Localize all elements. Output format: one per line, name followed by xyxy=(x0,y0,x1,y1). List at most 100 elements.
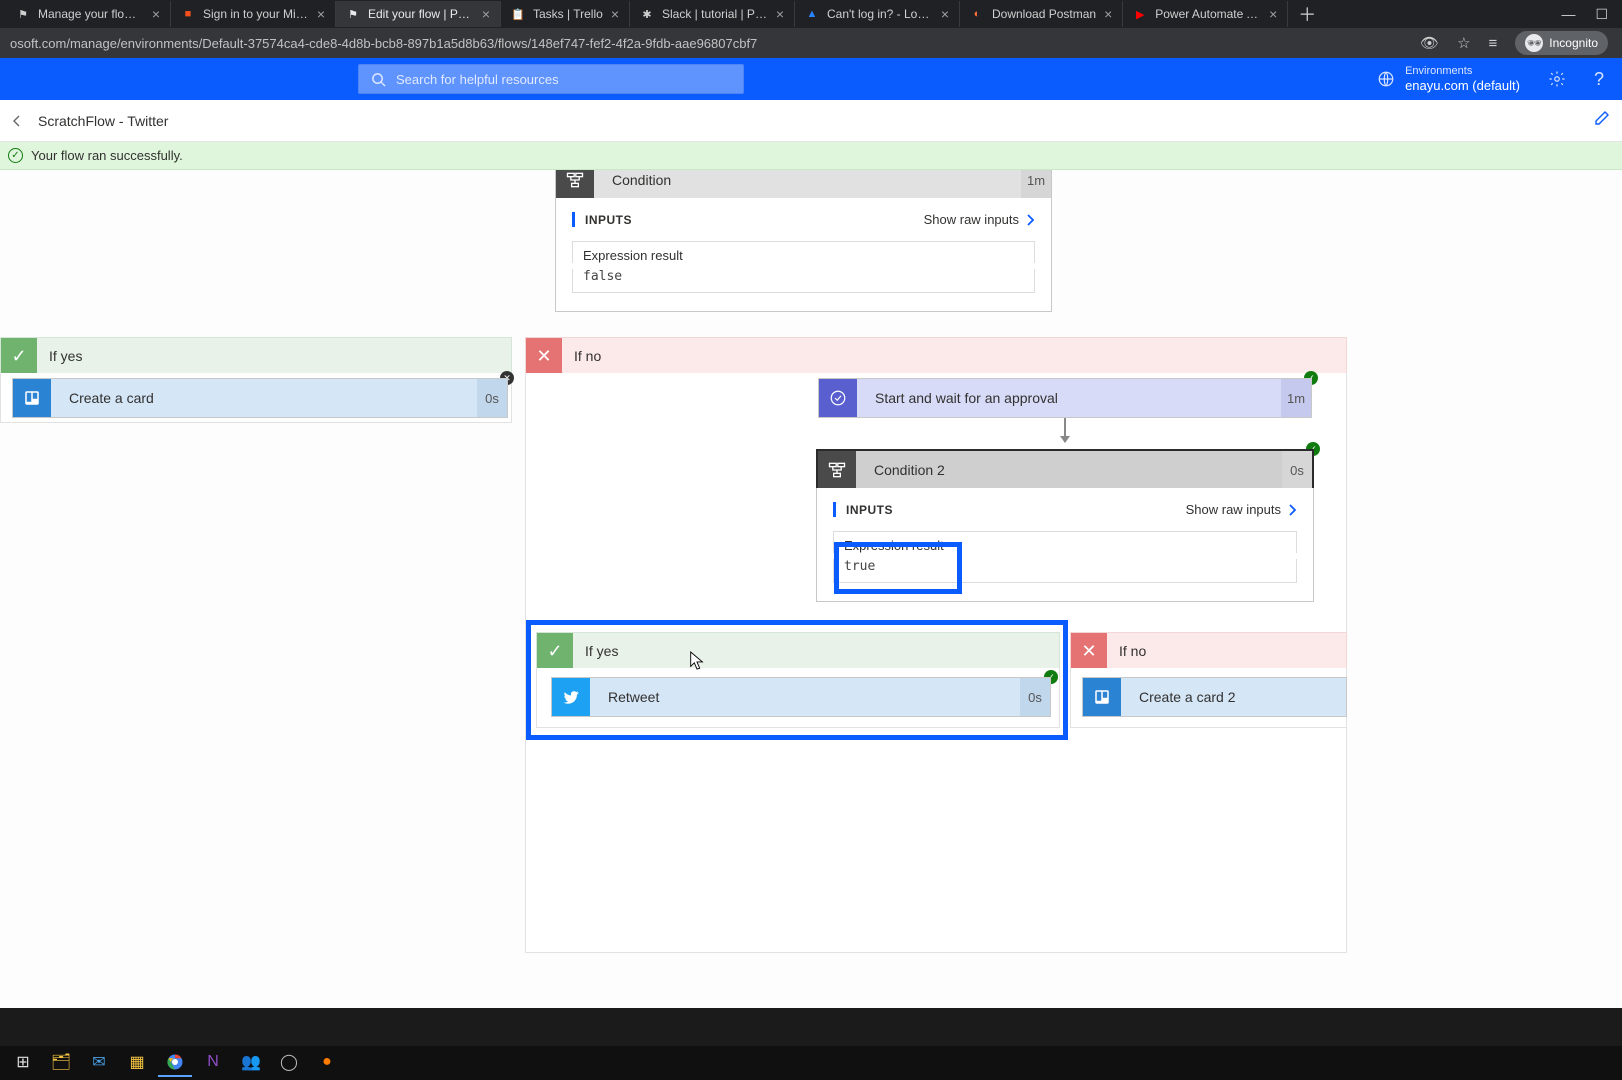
card-title: Condition 2 xyxy=(856,462,945,478)
tab-trello[interactable]: 📋 Tasks | Trello × xyxy=(501,1,630,27)
duration-badge: 0s xyxy=(1020,678,1050,716)
duration-badge: 1m xyxy=(1021,170,1051,199)
tab-title: Manage your flows | M xyxy=(38,7,144,21)
trello-icon xyxy=(13,379,51,417)
start-button[interactable]: ⊞ xyxy=(6,1049,40,1077)
expression-result-value: true xyxy=(833,559,1297,583)
tab-sign-in[interactable]: ■ Sign in to your Microso × xyxy=(171,1,336,27)
close-icon[interactable]: × xyxy=(1104,7,1112,21)
browser-tab-strip: ⚑ Manage your flows | M × ■ Sign in to y… xyxy=(0,0,1622,28)
close-icon[interactable]: × xyxy=(611,7,619,21)
close-icon[interactable]: × xyxy=(317,7,325,21)
chevron-right-icon xyxy=(1287,504,1297,516)
close-icon[interactable]: × xyxy=(1269,7,1277,21)
condition-2-card[interactable]: Condition 2 0s xyxy=(816,449,1314,491)
favicon-icon: ■ xyxy=(181,7,195,21)
condition-1-inputs-panel: INPUTS Show raw inputs Expression result… xyxy=(555,198,1052,312)
favicon-icon: ⚑ xyxy=(16,7,30,21)
reading-list-icon[interactable]: ≡ xyxy=(1489,35,1498,52)
duration-badge: 0s xyxy=(1282,451,1312,489)
gear-icon[interactable] xyxy=(1548,70,1566,88)
close-icon[interactable]: × xyxy=(152,7,160,21)
duration-badge: 0s xyxy=(477,379,507,417)
condition-2-inputs-panel: INPUTS Show raw inputs Expression result… xyxy=(816,488,1314,602)
url-bar: osoft.com/manage/environments/Default-37… xyxy=(0,28,1622,58)
create-card-action[interactable]: Create a card 0s xyxy=(12,378,508,418)
create-card-2-action[interactable]: Create a card 2 xyxy=(1082,677,1347,717)
success-banner: ✓ Your flow ran successfully. xyxy=(0,142,1622,170)
connector-arrow-icon xyxy=(1064,418,1066,442)
retweet-action[interactable]: Retweet 0s xyxy=(551,677,1051,717)
tab-postman[interactable]: ◐ Download Postman × xyxy=(960,1,1123,27)
if-yes-branch-1[interactable]: ✓ If yes xyxy=(0,337,512,375)
maximize-icon[interactable]: ☐ xyxy=(1595,6,1608,23)
favicon-icon: 📋 xyxy=(511,7,525,21)
cross-icon: ✕ xyxy=(526,338,562,374)
tab-title: Can't log in? - Log in w xyxy=(827,7,933,21)
favicon-icon: ▲ xyxy=(805,7,819,21)
tab-title: Edit your flow | Power xyxy=(368,7,474,21)
tab-youtube[interactable]: ▶ Power Automate Appr × xyxy=(1123,1,1288,27)
branch-label: If yes xyxy=(37,348,82,364)
duration-badge: 1m xyxy=(1281,379,1311,417)
environment-label: Environments xyxy=(1405,65,1520,78)
breadcrumb: ScratchFlow - Twitter xyxy=(0,100,1622,142)
tab-title: Download Postman xyxy=(992,7,1096,21)
cursor-icon xyxy=(688,650,706,672)
minimize-icon[interactable]: — xyxy=(1561,6,1575,22)
if-yes-branch-2[interactable]: ✓ If yes xyxy=(536,632,1060,670)
check-icon: ✓ xyxy=(537,633,573,669)
show-raw-inputs-link[interactable]: Show raw inputs xyxy=(1186,502,1297,517)
tab-edit-flow[interactable]: ⚑ Edit your flow | Power × xyxy=(336,1,501,27)
new-tab-button[interactable]: ＋ xyxy=(1288,1,1326,27)
card-title: Retweet xyxy=(590,689,659,705)
show-raw-inputs-link[interactable]: Show raw inputs xyxy=(924,212,1035,227)
window-controls: — ☐ xyxy=(1561,6,1622,23)
chrome-icon[interactable] xyxy=(158,1049,192,1077)
flow-canvas[interactable]: Condition 1m INPUTS Show raw inputs Expr… xyxy=(0,170,1622,1008)
search-placeholder: Search for helpful resources xyxy=(396,72,559,87)
trello-icon xyxy=(1083,678,1121,716)
incognito-label: Incognito xyxy=(1549,36,1598,50)
card-title: Start and wait for an approval xyxy=(857,390,1058,406)
flow-name: ScratchFlow - Twitter xyxy=(38,113,168,129)
chevron-right-icon xyxy=(1025,214,1035,226)
branch-label: If yes xyxy=(573,643,618,659)
no-tracking-icon[interactable]: 👁 xyxy=(1420,34,1439,52)
environment-value: enayu.com (default) xyxy=(1405,78,1520,94)
tab-title: Slack | tutorial | Power xyxy=(662,7,768,21)
sticky-notes-icon[interactable]: ▦ xyxy=(120,1049,154,1077)
search-icon xyxy=(371,72,386,87)
tab-manage-flows[interactable]: ⚑ Manage your flows | M × xyxy=(6,1,171,27)
approval-action[interactable]: Start and wait for an approval 1m xyxy=(818,378,1312,418)
favicon-icon: ⚑ xyxy=(346,7,360,21)
condition-1-card[interactable]: Condition 1m xyxy=(555,170,1052,200)
branch-label: If no xyxy=(1107,643,1146,659)
close-icon[interactable]: × xyxy=(776,7,784,21)
file-explorer-icon[interactable]: 🗂 xyxy=(44,1049,78,1077)
check-circle-icon: ✓ xyxy=(8,148,23,163)
bookmark-icon[interactable]: ☆ xyxy=(1457,34,1470,52)
edit-icon[interactable] xyxy=(1594,110,1610,131)
tab-atlassian[interactable]: ▲ Can't log in? - Log in w × xyxy=(795,1,960,27)
tab-slack[interactable]: ✱ Slack | tutorial | Power × xyxy=(630,1,795,27)
back-button[interactable] xyxy=(6,110,28,132)
if-no-branch-1[interactable]: ✕ If no xyxy=(525,337,1347,375)
url-text[interactable]: osoft.com/manage/environments/Default-37… xyxy=(10,36,1420,51)
environment-icon xyxy=(1377,70,1395,88)
close-icon[interactable]: × xyxy=(482,7,490,21)
help-icon[interactable]: ? xyxy=(1594,69,1604,90)
if-no-branch-2[interactable]: ✕ If no xyxy=(1070,632,1347,670)
close-icon[interactable]: × xyxy=(941,7,949,21)
favicon-icon: ▶ xyxy=(1133,7,1147,21)
teams-icon[interactable]: 👥 xyxy=(234,1049,268,1077)
mail-icon[interactable]: ✉ xyxy=(82,1049,116,1077)
favicon-icon: ◐ xyxy=(970,7,984,21)
inputs-label: INPUTS xyxy=(846,503,893,517)
app-icon[interactable]: ● xyxy=(310,1049,344,1077)
onenote-icon[interactable]: N xyxy=(196,1049,230,1077)
card-title: Condition xyxy=(594,172,671,188)
environment-picker[interactable]: Environments enayu.com (default) xyxy=(1377,65,1520,94)
search-input[interactable]: Search for helpful resources xyxy=(358,64,744,94)
obs-icon[interactable]: ◯ xyxy=(272,1049,306,1077)
